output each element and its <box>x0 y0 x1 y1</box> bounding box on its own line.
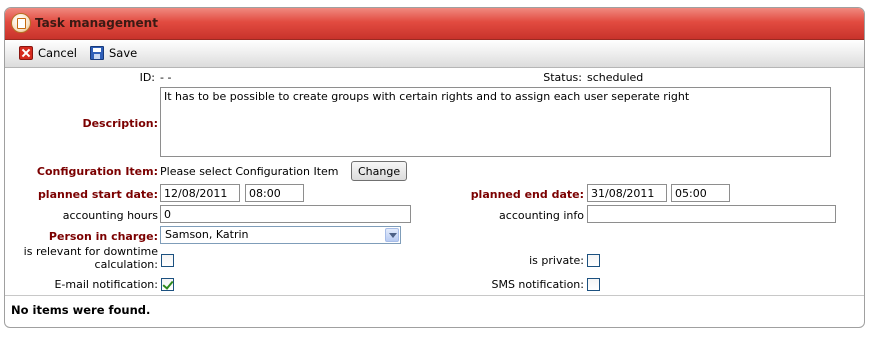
accounting-info-label: accounting info <box>499 209 584 222</box>
accounting-hours-input[interactable] <box>160 205 411 223</box>
task-management-window: Task management Cancel Save ID: - - Stat… <box>4 7 865 328</box>
person-in-charge-value: Samson, Katrin <box>165 228 249 241</box>
planned-start-label: planned start date: <box>37 188 158 201</box>
planned-end-label: planned end date: <box>470 188 584 201</box>
planned-end-date-input[interactable] <box>587 184 667 202</box>
cancel-button[interactable]: Cancel <box>19 44 77 62</box>
email-notification-label: E-mail notification: <box>54 278 158 291</box>
planned-end-time-input[interactable] <box>671 184 730 202</box>
window-title: Task management <box>35 16 158 30</box>
person-in-charge-select[interactable]: Samson, Katrin <box>160 226 401 244</box>
save-label: Save <box>109 46 138 60</box>
downtime-label-line2: calculation: <box>94 258 158 271</box>
cancel-icon <box>19 46 33 60</box>
chevron-down-icon[interactable] <box>385 228 399 242</box>
toolbar: Cancel Save <box>5 40 864 68</box>
email-notification-checkbox[interactable] <box>161 278 174 291</box>
downtime-label-line1: is relevant for downtime <box>23 245 158 258</box>
change-button[interactable]: Change <box>351 161 408 181</box>
configuration-item-label: Configuration Item: <box>36 165 158 178</box>
title-bar: Task management <box>5 8 864 40</box>
private-checkbox[interactable] <box>587 254 600 267</box>
configuration-item-value: Please select Configuration Item <box>160 165 339 178</box>
planned-start-time-input[interactable] <box>245 184 304 202</box>
planned-start-date-input[interactable] <box>160 184 240 202</box>
id-label: ID: <box>139 71 155 84</box>
save-button[interactable]: Save <box>90 44 137 62</box>
accounting-hours-label: accounting hours <box>62 209 158 222</box>
status-value: scheduled <box>587 71 644 84</box>
accounting-info-input[interactable] <box>587 205 836 223</box>
id-value: - - <box>160 71 172 84</box>
sms-notification-checkbox[interactable] <box>587 278 600 291</box>
cancel-label: Cancel <box>38 46 77 60</box>
task-clipboard-icon <box>11 13 31 33</box>
downtime-checkbox[interactable] <box>161 254 174 267</box>
downtime-label: is relevant for downtime calculation: <box>5 245 158 271</box>
description-textarea[interactable]: It has to be possible to create groups w… <box>160 87 831 157</box>
sms-notification-label: SMS notification: <box>491 278 584 291</box>
person-in-charge-label: Person in charge: <box>48 230 158 243</box>
save-icon <box>90 46 104 60</box>
empty-list-message: No items were found. <box>11 303 151 317</box>
footer-divider <box>5 295 864 296</box>
status-label: Status: <box>543 71 582 84</box>
description-label: Description: <box>82 117 158 130</box>
private-label: is private: <box>529 254 584 267</box>
